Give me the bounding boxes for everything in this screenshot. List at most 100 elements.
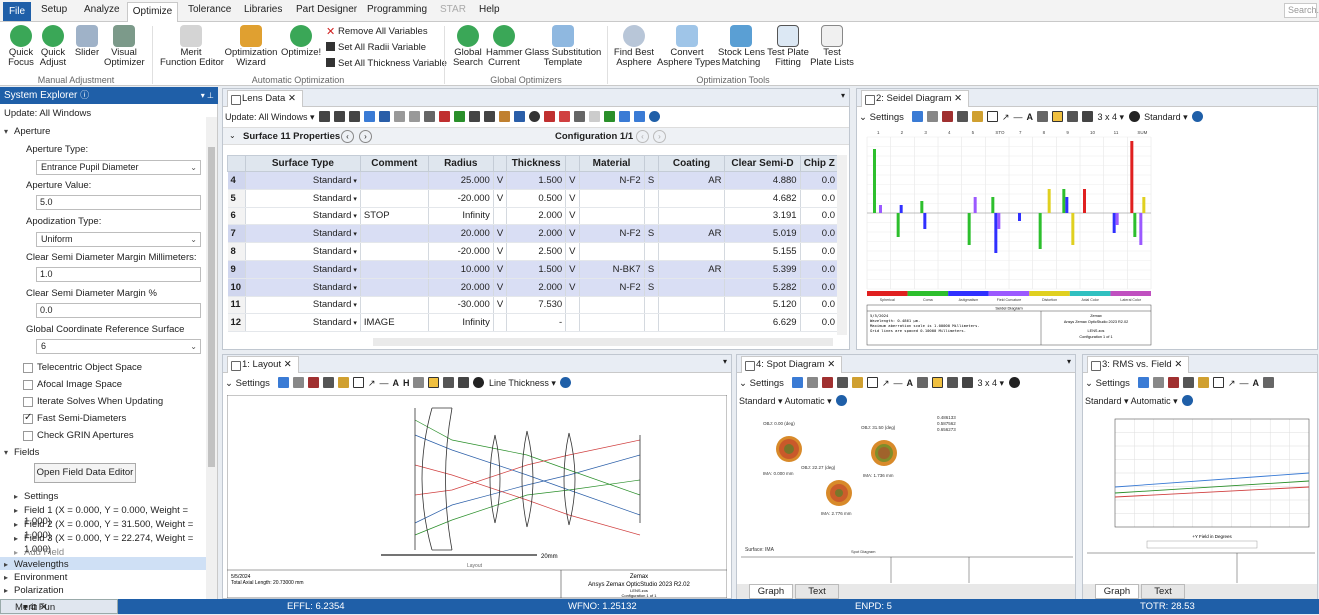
cut-icon[interactable]	[409, 111, 421, 122]
polarization-section[interactable]: Polarization	[14, 585, 64, 596]
save-icon[interactable]	[941, 111, 953, 122]
cell-mat[interactable]: N-F2	[579, 224, 645, 244]
tab-lens-data[interactable]: Lens Data ✕	[227, 90, 303, 107]
chevron-down-icon[interactable]: ▾	[351, 320, 357, 327]
standard-dropdown[interactable]: Standard ▾	[739, 396, 783, 406]
chevron-down-icon[interactable]: ▾	[351, 213, 357, 220]
copy-icon[interactable]	[292, 377, 304, 388]
cell-csd[interactable]: 4.880	[724, 171, 801, 190]
refresh-icon[interactable]	[1137, 377, 1149, 388]
save-icon[interactable]	[821, 377, 833, 388]
close-icon[interactable]: ✕	[284, 359, 292, 370]
cell-csd[interactable]: 5.019	[724, 224, 801, 244]
cell-thick[interactable]: 7.530	[506, 296, 567, 315]
arrows-icon[interactable]	[619, 111, 631, 122]
cell-ts[interactable]	[565, 296, 580, 315]
refresh-icon[interactable]	[277, 377, 289, 388]
cell-type[interactable]: Standard ▾	[245, 189, 361, 208]
open-field-data-editor-button[interactable]: Open Field Data Editor	[34, 463, 136, 483]
curve-icon[interactable]	[559, 111, 571, 122]
merit-function-minimized[interactable]: Merit Fun ▾ ⧉ ✕	[0, 599, 118, 614]
cell-rs[interactable]	[493, 207, 508, 226]
standard-dropdown[interactable]: Standard ▾	[1144, 112, 1188, 122]
fast-semi-checkbox[interactable]	[23, 412, 33, 424]
pin-icon[interactable]	[439, 111, 451, 122]
column-header[interactable]: Radius	[427, 155, 494, 172]
cell-radius[interactable]: -20.000	[428, 242, 494, 261]
chevron-down-icon[interactable]: ▾	[351, 178, 357, 185]
cell-mat[interactable]	[579, 242, 645, 261]
set-all-thickness-variable-button[interactable]: Set All Thickness Variable	[326, 58, 447, 69]
set-all-radii-variable-button[interactable]: Set All Radii Variable	[326, 42, 426, 53]
cell-ms[interactable]	[644, 207, 659, 226]
pencil-icon[interactable]	[971, 111, 983, 122]
cell-n[interactable]: 9	[227, 260, 246, 279]
tab-graph[interactable]: Graph	[1095, 584, 1139, 599]
cell-chip[interactable]: 0.0	[800, 296, 840, 315]
collapse-fields-icon[interactable]: ▾	[4, 448, 8, 457]
line-icon[interactable]: —	[1239, 378, 1248, 388]
cell-ts[interactable]: V	[565, 189, 580, 208]
column-header[interactable]: Coating	[657, 155, 726, 172]
window-menu-icon[interactable]: ▾	[841, 91, 845, 100]
refresh-icon[interactable]	[319, 111, 331, 122]
stack-icon[interactable]	[961, 377, 973, 388]
cell-ts[interactable]: V	[565, 242, 580, 261]
close-icon[interactable]: ✕	[1174, 359, 1182, 370]
menu-analyze[interactable]: Analyze	[84, 4, 120, 15]
clock-icon[interactable]	[1128, 111, 1140, 122]
arrow-icon[interactable]: ↗	[1228, 378, 1236, 388]
cell-thick[interactable]: 2.500	[506, 242, 567, 261]
cell-csd[interactable]: 5.155	[724, 242, 801, 261]
lock-icon[interactable]	[916, 377, 928, 388]
save-icon[interactable]	[307, 377, 319, 388]
update-dropdown[interactable]: Update: All Windows	[4, 108, 91, 119]
cell-ms[interactable]: S	[644, 224, 659, 244]
insert-icon[interactable]	[349, 111, 361, 122]
check-grin-checkbox[interactable]	[23, 431, 33, 441]
table-vertical-scrollbar[interactable]	[837, 155, 847, 335]
close-icon[interactable]: ✕	[954, 93, 962, 104]
layers-icon[interactable]	[458, 377, 470, 388]
table-row[interactable]: 6 Standard ▾ STOP Infinity 2.000 V 3.191 0.0	[227, 207, 840, 226]
arrow-icon[interactable]: ↗	[882, 378, 890, 388]
arrow-icon[interactable]: ↗	[1002, 112, 1010, 122]
rotate-icon[interactable]	[413, 377, 425, 388]
settings-button[interactable]: ⌄ Settings	[859, 112, 904, 123]
chevron-down-icon[interactable]: ▾	[351, 196, 357, 203]
cell-thick[interactable]: 0.500	[506, 189, 567, 208]
cell-ms[interactable]	[644, 189, 659, 208]
refresh-icon[interactable]	[791, 377, 803, 388]
cell-chip[interactable]: 0.0	[800, 189, 840, 208]
stock-lens-matching-button[interactable]: Stock Lens Matching	[718, 25, 765, 68]
cell-thick[interactable]: 2.000	[506, 224, 567, 244]
cell-mat[interactable]: N-F2	[579, 171, 645, 190]
table-row[interactable]: 9 Standard ▾ 10.000 V 1.500 V N-BK7 S AR 5.399 0.0	[227, 260, 840, 279]
cell-n[interactable]: 10	[227, 278, 246, 297]
fields-section[interactable]: Fields	[14, 447, 39, 458]
table-row[interactable]: 5 Standard ▾ -20.000 V 0.500 V 4.682 0.0	[227, 189, 840, 208]
dimension-icon[interactable]: H	[403, 378, 410, 388]
clock-icon[interactable]	[473, 377, 485, 388]
tool4-icon[interactable]	[499, 111, 511, 122]
pencil-icon[interactable]	[337, 377, 349, 388]
cell-chip[interactable]: 0.0	[800, 207, 840, 226]
grid-icon[interactable]	[1051, 111, 1063, 122]
column-header[interactable]: Surface Type	[244, 155, 361, 172]
aperture-section[interactable]: Aperture	[14, 126, 50, 137]
cell-radius[interactable]: 20.000	[428, 278, 494, 297]
cell-type[interactable]: Standard ▾	[245, 260, 361, 279]
menu-file[interactable]: File	[3, 2, 31, 21]
column-header[interactable]: Comment	[359, 155, 429, 172]
afocal-checkbox[interactable]	[23, 380, 33, 390]
test-plate-fitting-button[interactable]: Test Plate Fitting	[766, 25, 810, 68]
cell-ts[interactable]: V	[565, 207, 580, 226]
cell-coat[interactable]	[658, 313, 726, 333]
expand-icon[interactable]: ⌄	[229, 131, 236, 140]
cell-comment[interactable]	[360, 296, 429, 315]
quick-adjust-button[interactable]: Quick Adjust	[38, 25, 68, 68]
cell-n[interactable]: 8	[227, 242, 246, 261]
cell-n[interactable]: 4	[227, 171, 246, 190]
stack-icon[interactable]	[1081, 111, 1093, 122]
cell-thick[interactable]: 1.500	[506, 171, 567, 190]
